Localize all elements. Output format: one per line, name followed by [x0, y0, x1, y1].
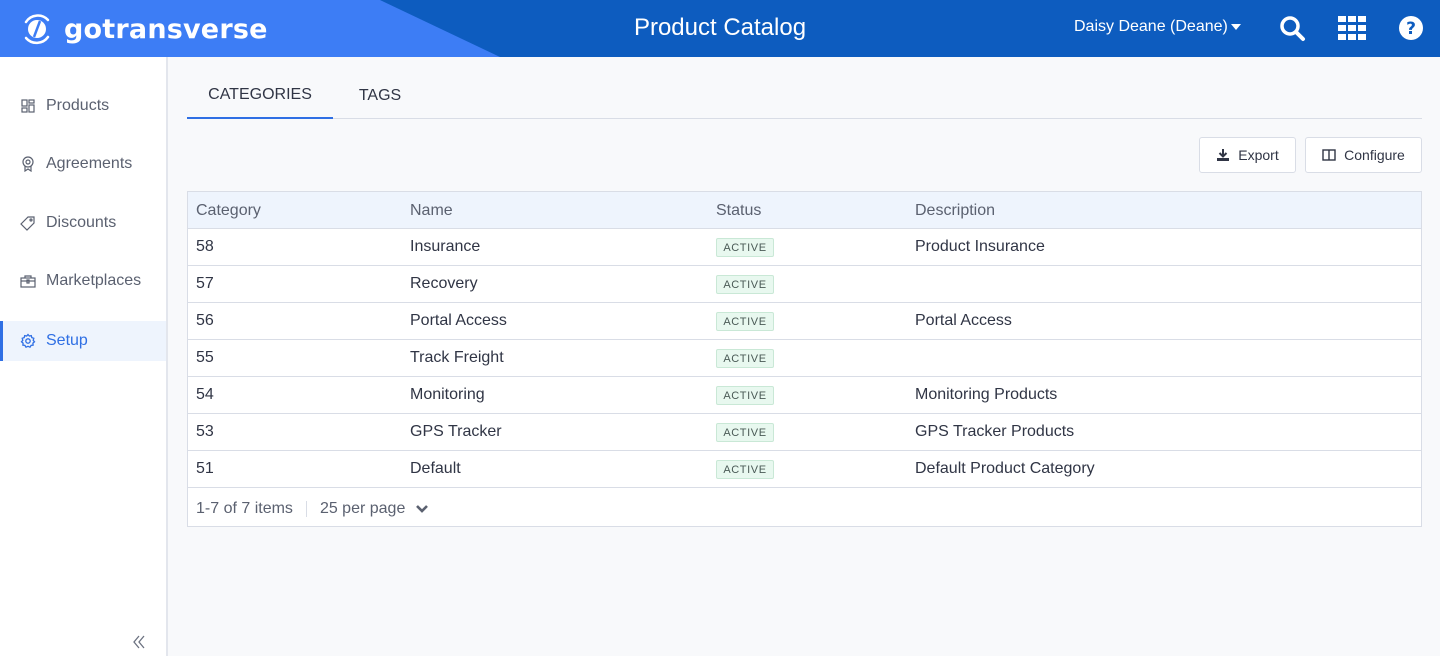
agreements-icon: [22, 156, 34, 172]
pagination: 1-7 of 7 items 25 per page: [188, 490, 429, 527]
columns-icon: [1322, 149, 1336, 161]
cell-category: 56: [196, 312, 214, 329]
column-header-description[interactable]: Description: [915, 202, 995, 220]
tab-bar: CATEGORIES TAGS: [187, 72, 1422, 119]
cell-name[interactable]: Portal Access: [410, 312, 507, 330]
tag-icon: [20, 216, 35, 231]
cell-description: Product Insurance: [915, 238, 1045, 255]
cell-description: Monitoring Products: [915, 386, 1058, 403]
cell-category: 53: [196, 423, 214, 440]
status-badge: ACTIVE: [716, 386, 774, 405]
sidebar-item-label: Products: [46, 97, 110, 114]
sidebar-item-label: Discounts: [46, 214, 117, 231]
cell-category: 51: [196, 460, 214, 477]
pager-summary: 1-7 of 7 items: [196, 499, 293, 517]
sidebar-item-products[interactable]: Products: [0, 86, 166, 126]
table-row[interactable]: 53 GPS Tracker ACTIVE GPS Tracker Products: [188, 414, 1421, 451]
export-label: Export: [1238, 147, 1279, 163]
logo[interactable]: gotransverse: [18, 10, 268, 48]
brand-name: gotransverse: [64, 13, 268, 45]
cell-description: Portal Access: [915, 312, 1012, 329]
tab-tags[interactable]: TAGS: [333, 72, 427, 119]
cell-category: 55: [196, 349, 214, 366]
svg-text:?: ?: [1406, 19, 1416, 39]
table-row[interactable]: 55 Track Freight ACTIVE: [188, 340, 1421, 377]
search-icon[interactable]: [1278, 14, 1306, 42]
pager-divider: [305, 500, 307, 517]
tab-categories[interactable]: CATEGORIES: [187, 72, 333, 119]
logo-mark-icon: [24, 14, 50, 45]
sidebar-item-label: Marketplaces: [46, 272, 142, 289]
sidebar-item-marketplaces[interactable]: Marketplaces: [0, 261, 166, 301]
app-header: gotransverse Product Catalog Daisy Deane…: [0, 0, 1440, 57]
sidebar-item-label: Agreements: [46, 155, 133, 172]
categories-table: Category Name Status Description 58 Insur…: [187, 191, 1422, 527]
apps-grid-icon[interactable]: [1338, 14, 1366, 42]
cell-name[interactable]: Insurance: [410, 238, 480, 256]
table-body: 58 Insurance ACTIVE Product Insurance 57 Reco…: [188, 229, 1421, 488]
status-badge: ACTIVE: [716, 349, 774, 368]
per-page-select[interactable]: 25 per page: [320, 500, 429, 518]
help-icon[interactable]: ?: [1397, 14, 1425, 42]
cell-category: 57: [196, 275, 214, 292]
table-row[interactable]: 56 Portal Access ACTIVE Portal Access: [188, 303, 1421, 340]
caret-down-icon: [1230, 24, 1241, 30]
cell-category: 54: [196, 386, 214, 403]
status-badge: ACTIVE: [716, 238, 774, 257]
cell-category: 58: [196, 238, 214, 255]
tab-label: CATEGORIES: [208, 85, 312, 103]
cell-name[interactable]: Monitoring: [410, 386, 485, 404]
sidebar-item-agreements[interactable]: Agreements: [0, 144, 166, 184]
cell-name[interactable]: GPS Tracker: [410, 423, 502, 441]
sidebar-item-setup[interactable]: Setup: [0, 321, 166, 361]
export-button[interactable]: Export: [1199, 137, 1296, 173]
user-name: Daisy Deane (Deane): [1074, 18, 1228, 35]
gear-icon: [20, 333, 36, 349]
cell-name[interactable]: Default: [410, 460, 461, 478]
table-header: Category Name Status Description: [188, 192, 1421, 229]
tab-label: TAGS: [358, 86, 402, 104]
products-icon: [21, 99, 35, 113]
page-title: Product Catalog: [633, 14, 807, 41]
double-chevron-left-icon[interactable]: [130, 632, 150, 652]
cell-name[interactable]: Track Freight: [410, 349, 504, 367]
column-header-status[interactable]: Status: [716, 202, 761, 220]
cell-description: Default Product Category: [915, 460, 1095, 477]
table-row[interactable]: 54 Monitoring ACTIVE Monitoring Products: [188, 377, 1421, 414]
per-page-value: 25 per page: [319, 499, 406, 517]
status-badge: ACTIVE: [716, 423, 774, 442]
status-badge: ACTIVE: [716, 275, 774, 294]
status-badge: ACTIVE: [716, 312, 774, 331]
configure-label: Configure: [1344, 147, 1405, 163]
sidebar-item-discounts[interactable]: Discounts: [0, 203, 166, 243]
marketplace-icon: [20, 275, 36, 288]
chevron-down-icon: [416, 504, 429, 513]
status-badge: ACTIVE: [716, 460, 774, 479]
user-menu[interactable]: Daisy Deane (Deane): [1074, 18, 1241, 36]
table-row[interactable]: 51 Default ACTIVE Default Product Category: [188, 451, 1421, 488]
configure-button[interactable]: Configure: [1305, 137, 1422, 173]
column-header-category[interactable]: Category: [196, 202, 261, 220]
table-row[interactable]: 57 Recovery ACTIVE: [188, 266, 1421, 303]
cell-description: GPS Tracker Products: [915, 423, 1075, 440]
sidebar-item-label: Setup: [46, 332, 88, 349]
cell-name[interactable]: Recovery: [410, 275, 478, 293]
download-icon: [1217, 149, 1230, 161]
sidebar: Products Agreements Discounts Marketplac…: [0, 57, 168, 656]
table-row[interactable]: 58 Insurance ACTIVE Product Insurance: [188, 229, 1421, 266]
column-header-name[interactable]: Name: [410, 202, 453, 220]
